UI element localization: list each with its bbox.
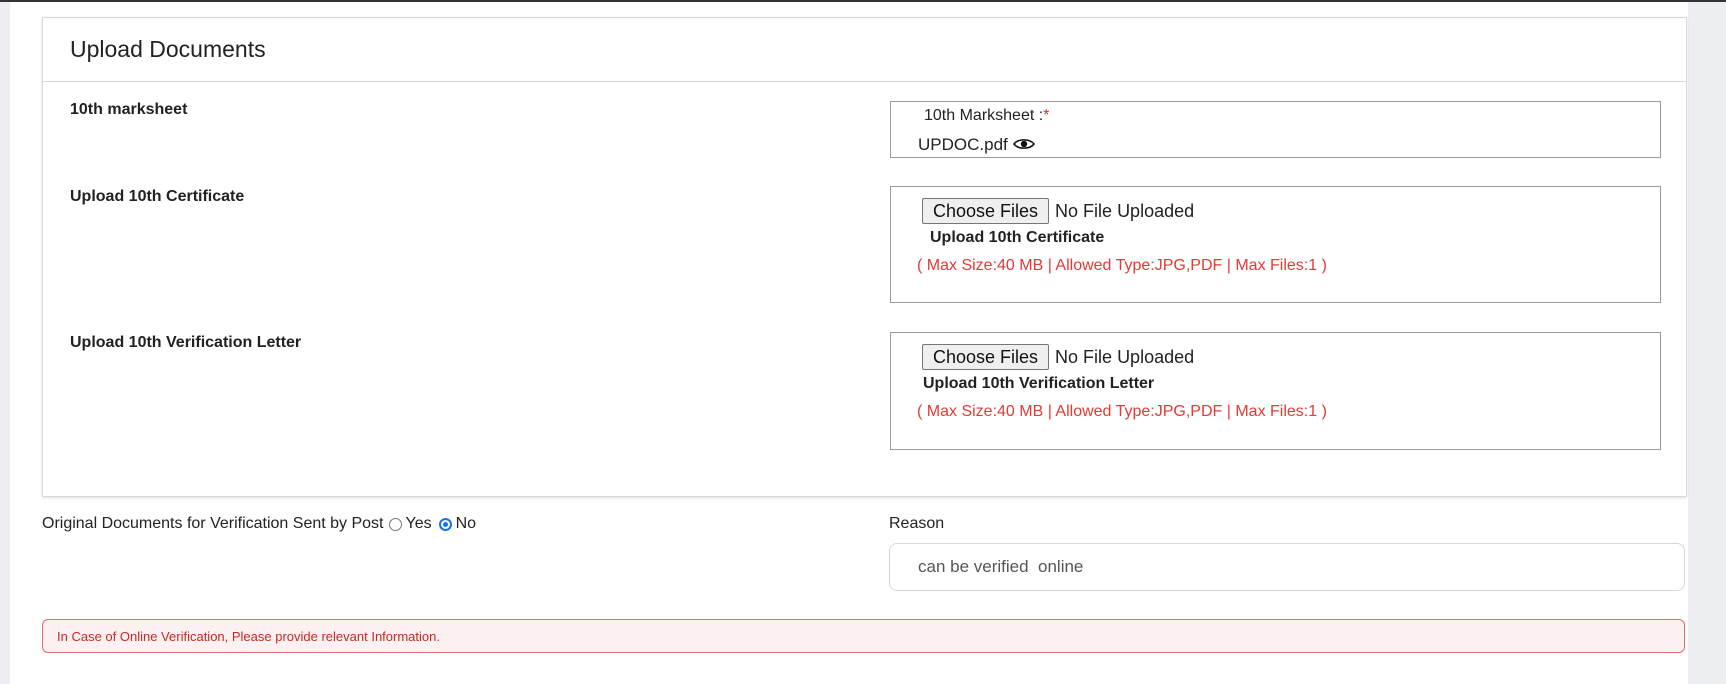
upload-documents-panel: Upload Documents 10th marksheet 10th Mar… [42, 17, 1687, 497]
certificate-choose-files-button[interactable]: Choose Files [922, 198, 1050, 224]
certificate-file-box: Choose Files No File Uploaded Upload 10t… [890, 186, 1661, 303]
certificate-upload-limits: ( Max Size:40 MB | Allowed Type:JPG,PDF … [917, 257, 1327, 274]
row-label-marksheet: 10th marksheet [70, 101, 188, 118]
uploaded-file-entry: UPDOC.pdf [918, 135, 1035, 155]
verification-letter-file-box: Choose Files No File Uploaded Upload 10t… [890, 332, 1661, 450]
uploaded-file-name[interactable]: UPDOC.pdf [918, 135, 1008, 155]
marksheet-field-label: 10th Marksheet :* [924, 107, 1050, 124]
radio-no[interactable] [438, 517, 452, 531]
eye-icon[interactable] [1012, 135, 1035, 155]
window-top-border [0, 0, 1726, 2]
sent-by-post-label: Original Documents for Verification Sent… [42, 515, 384, 532]
row-label-certificate: Upload 10th Certificate [70, 188, 245, 205]
radio-no-label[interactable]: No [456, 515, 476, 533]
radio-yes[interactable] [388, 517, 402, 531]
verification-letter-upload-limits: ( Max Size:40 MB | Allowed Type:JPG,PDF … [917, 403, 1327, 420]
verification-letter-choose-files-button[interactable]: Choose Files [922, 344, 1050, 370]
verification-letter-upload-caption: Upload 10th Verification Letter [923, 375, 1155, 392]
radio-yes-label[interactable]: Yes [406, 515, 432, 533]
online-verification-alert: In Case of Online Verification, Please p… [42, 619, 1685, 653]
reason-input[interactable] [889, 543, 1685, 591]
certificate-file-status: No File Uploaded [1055, 200, 1195, 221]
marksheet-file-box: 10th Marksheet :* UPDOC.pdf [890, 101, 1661, 158]
verification-letter-file-status: No File Uploaded [1055, 346, 1195, 367]
sent-by-post-question: Original Documents for Verification Sent… [42, 515, 478, 533]
verification-letter-file-input: Choose Files No File Uploaded [922, 344, 1194, 370]
panel-header: Upload Documents [43, 18, 1686, 82]
page-gutter-right [1688, 2, 1726, 684]
certificate-upload-caption: Upload 10th Certificate [930, 229, 1105, 246]
page-gutter-left [0, 2, 10, 684]
certificate-file-input: Choose Files No File Uploaded [922, 198, 1194, 224]
panel-title: Upload Documents [70, 36, 266, 62]
reason-label: Reason [889, 515, 945, 532]
row-label-verification-letter: Upload 10th Verification Letter [70, 334, 302, 351]
alert-text: In Case of Online Verification, Please p… [57, 628, 440, 644]
required-marker: * [1043, 107, 1050, 124]
